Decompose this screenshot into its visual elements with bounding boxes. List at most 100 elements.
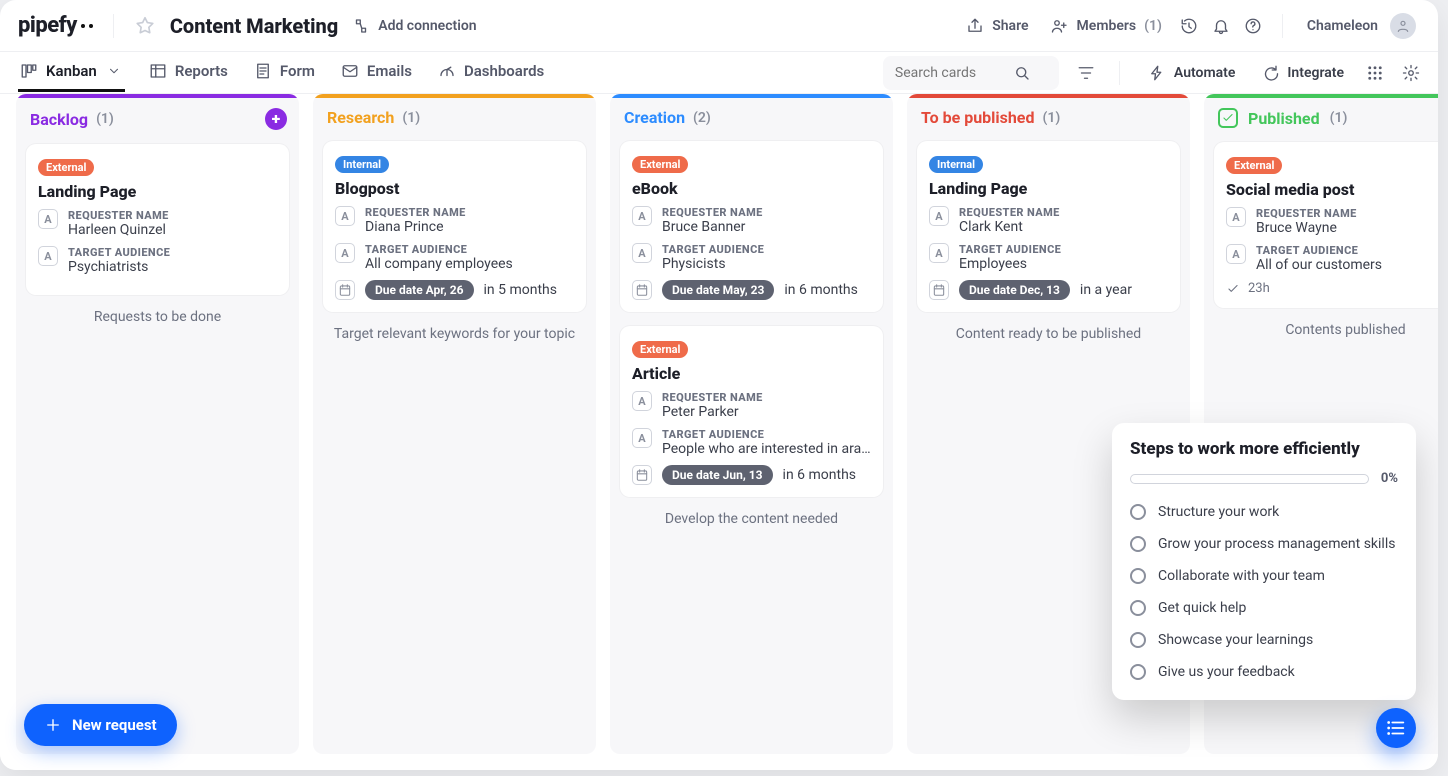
radio-empty-icon [1130,536,1146,552]
tips-item[interactable]: Give us your feedback [1130,656,1398,688]
card[interactable]: External Social media post A REQUESTER N… [1214,142,1438,308]
tips-item[interactable]: Structure your work [1130,496,1398,528]
bell-icon[interactable] [1212,17,1230,35]
due-date-pill: Due date Apr, 26 [365,280,474,300]
add-connection-button[interactable]: Add connection [352,17,476,35]
column-footer: Develop the content needed [610,497,893,533]
card[interactable]: Internal Blogpost A REQUESTER NAME Diana… [323,141,586,312]
target-audience: All of our customers [1256,257,1382,273]
new-request-button[interactable]: New request [24,704,177,746]
card[interactable]: External eBook A REQUESTER NAME Bruce Ba… [620,141,883,312]
add-card-button[interactable]: + [265,108,287,130]
due-date-pill: Due date May, 23 [662,280,774,300]
card-badge: External [632,156,688,173]
tips-item[interactable]: Get quick help [1130,592,1398,624]
radio-empty-icon [1130,568,1146,584]
favorite-star-icon[interactable] [134,15,156,37]
tab-form[interactable]: Form [252,53,317,92]
tab-kanban-label: Kanban [46,62,97,80]
form-icon [254,62,272,80]
automate-icon [1148,64,1166,82]
tips-item-label: Collaborate with your team [1158,568,1325,584]
card-badge: External [1226,157,1282,174]
radio-empty-icon [1130,632,1146,648]
emails-icon [341,62,359,80]
field-icon: A [632,428,652,448]
divider [1282,14,1283,38]
column-creation: Creation (2) External eBook A REQUESTER … [610,94,893,754]
user-menu[interactable]: Chameleon [1303,7,1420,45]
due-date-relative: in 5 months [484,282,557,298]
column-title[interactable]: Research [327,108,394,127]
chevron-down-icon [105,62,123,80]
share-label: Share [992,18,1028,34]
field-icon: A [929,243,949,263]
help-icon[interactable] [1244,17,1262,35]
card-list: Internal Landing Page A REQUESTER NAME C… [907,133,1190,312]
radio-empty-icon [1130,600,1146,616]
card[interactable]: External Article A REQUESTER NAME Peter … [620,326,883,497]
search-input[interactable] [893,64,1013,82]
field-icon: A [335,243,355,263]
tips-item-label: Structure your work [1158,504,1279,520]
tips-item[interactable]: Showcase your learnings [1130,624,1398,656]
column-title[interactable]: Creation [624,108,685,127]
dashboards-icon [438,62,456,80]
tab-emails[interactable]: Emails [339,53,414,92]
target-audience: Psychiatrists [68,259,170,275]
card-list: External Landing Page A REQUESTER NAME H… [16,136,299,295]
requester-name: Bruce Wayne [1256,220,1357,236]
column-count: (1) [1330,110,1348,126]
divider [1119,61,1120,85]
pipe-title[interactable]: Content Marketing [170,14,338,38]
column-title[interactable]: To be published [921,108,1034,127]
card-list: External Social media post A REQUESTER N… [1204,134,1438,308]
history-icon[interactable] [1180,17,1198,35]
card[interactable]: External Landing Page A REQUESTER NAME H… [26,144,289,295]
reports-icon [149,62,167,80]
tips-item-label: Get quick help [1158,600,1246,616]
integrate-icon [1261,64,1279,82]
card-title: Landing Page [38,182,277,201]
integrate-button[interactable]: Integrate [1257,58,1348,88]
column-backlog: Backlog (1) + External Landing Page A RE… [16,94,299,754]
tab-dashboards[interactable]: Dashboards [436,53,546,92]
tips-item[interactable]: Collaborate with your team [1130,560,1398,592]
checklist-fab[interactable] [1376,708,1416,748]
card-list: Internal Blogpost A REQUESTER NAME Diana… [313,133,596,312]
kanban-icon [20,62,38,80]
field-label: REQUESTER NAME [662,206,763,219]
gear-icon[interactable] [1402,64,1420,82]
share-button[interactable]: Share [962,11,1032,41]
progress-percent: 0% [1381,471,1398,486]
apps-icon[interactable] [1366,64,1384,82]
card-badge: External [632,341,688,358]
tab-reports[interactable]: Reports [147,53,230,92]
brand-text: pipefy [18,13,77,38]
filter-icon[interactable] [1077,64,1095,82]
field-label: TARGET AUDIENCE [662,428,872,441]
tips-item-label: Showcase your learnings [1158,632,1313,648]
card[interactable]: Internal Landing Page A REQUESTER NAME C… [917,141,1180,312]
field-label: TARGET AUDIENCE [959,243,1061,256]
members-label: Members [1077,18,1137,34]
radio-empty-icon [1130,664,1146,680]
column-title[interactable]: Published [1248,109,1320,128]
column-count: (2) [693,110,711,126]
requester-name: Harleen Quinzel [68,222,169,238]
search-input-wrapper[interactable] [883,56,1059,90]
tips-panel: Steps to work more efficiently 0% Struct… [1112,423,1416,700]
requester-name: Clark Kent [959,219,1060,235]
requester-name: Bruce Banner [662,219,763,235]
members-button[interactable]: Members (1) [1047,11,1166,41]
tips-item[interactable]: Grow your process management skills [1130,528,1398,560]
card-title: Social media post [1226,180,1438,199]
tab-kanban[interactable]: Kanban [18,53,125,92]
column-title[interactable]: Backlog [30,110,88,129]
card-list: External eBook A REQUESTER NAME Bruce Ba… [610,133,893,497]
field-icon: A [632,206,652,226]
field-icon: A [632,243,652,263]
automate-button[interactable]: Automate [1144,58,1239,88]
card-title: Article [632,364,871,383]
brand-logo[interactable]: pipefy [18,13,93,38]
